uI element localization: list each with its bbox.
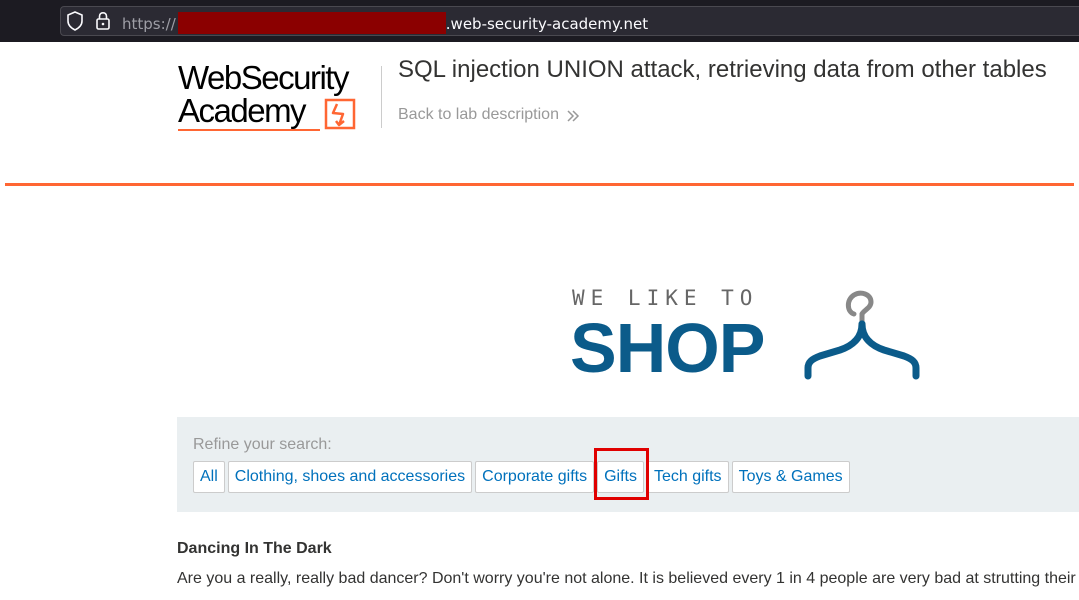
banner-shop-word: SHOP	[570, 309, 765, 387]
logo-underline	[178, 129, 320, 131]
back-to-lab-link[interactable]: Back to lab description	[398, 106, 559, 124]
filter-corporate-gifts[interactable]: Corporate gifts	[475, 461, 595, 493]
lab-title: SQL injection UNION attack, retrieving d…	[398, 56, 1047, 83]
header-rule	[5, 183, 1074, 186]
shop-banner: WE LIKE TO SHOP	[570, 286, 930, 386]
web-security-academy-logo[interactable]: WebSecurity Academy	[178, 60, 383, 138]
filter-clothing[interactable]: Clothing, shoes and accessories	[227, 461, 473, 493]
lock-icon[interactable]	[95, 11, 111, 31]
highlight-annotation	[594, 448, 649, 500]
hanger-icon	[804, 290, 920, 380]
header-divider	[381, 66, 382, 128]
filter-tech-gifts[interactable]: Tech gifts	[646, 461, 729, 493]
logo-line2: Academy	[178, 92, 307, 129]
refine-search-label: Refine your search:	[193, 436, 332, 453]
url-domain: .web-security-academy.net	[445, 15, 649, 33]
logo-line1: WebSecurity	[178, 59, 349, 96]
product-title: Dancing In The Dark	[177, 540, 332, 557]
category-filters: All Clothing, shoes and accessories Corp…	[193, 461, 850, 493]
browser-toolbar: https:// .web-security-academy.net	[0, 0, 1079, 42]
redacted-subdomain	[177, 12, 446, 34]
logo-bolt-icon	[324, 98, 356, 130]
filter-all[interactable]: All	[193, 461, 225, 493]
banner-tagline: WE LIKE TO	[572, 286, 759, 310]
double-chevron-right-icon[interactable]	[566, 108, 580, 124]
product-description: Are you a really, really bad dancer? Don…	[177, 570, 1076, 587]
url-scheme: https://	[122, 15, 176, 33]
shield-icon[interactable]	[66, 11, 84, 31]
filter-toys-games[interactable]: Toys & Games	[731, 461, 850, 493]
url-text[interactable]: https:// .web-security-academy.net	[122, 12, 648, 34]
